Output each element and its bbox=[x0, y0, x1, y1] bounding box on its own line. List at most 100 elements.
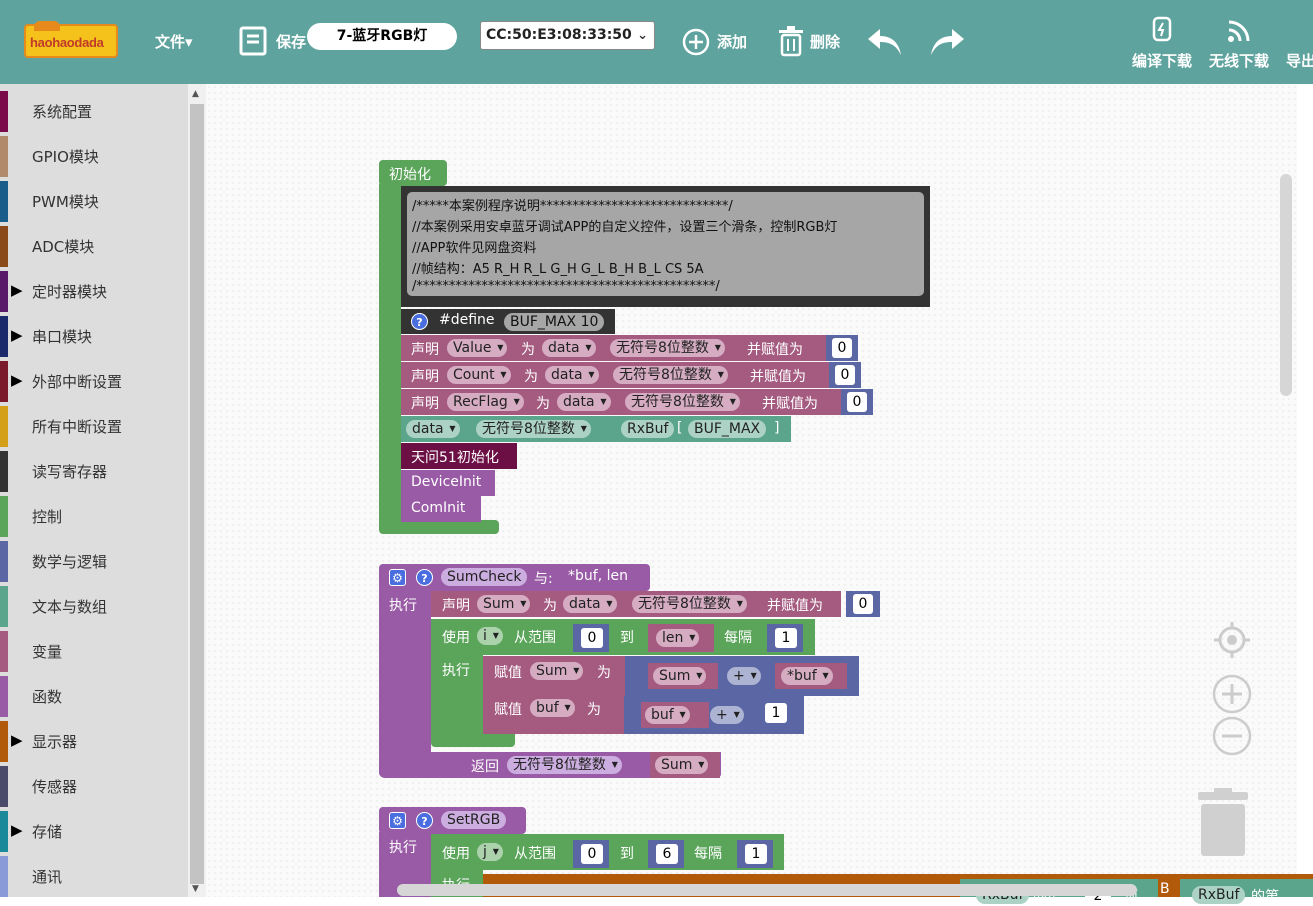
variable-dropdown[interactable]: Sum ▼ bbox=[653, 667, 707, 685]
help-icon[interactable]: ? bbox=[411, 313, 428, 330]
undo-icon[interactable] bbox=[866, 25, 904, 57]
array-name-field[interactable]: RxBuf bbox=[621, 420, 675, 438]
add-icon[interactable] bbox=[681, 27, 711, 57]
gear-icon[interactable]: ⚙ bbox=[389, 812, 406, 829]
category-item[interactable]: ▶ 定时器模块 bbox=[0, 269, 188, 314]
delete-button[interactable]: 删除 bbox=[810, 31, 840, 52]
scope-dropdown[interactable]: data ▼ bbox=[542, 339, 596, 357]
category-item[interactable]: 所有中断设置 bbox=[0, 404, 188, 449]
number-field[interactable]: 0 bbox=[581, 628, 603, 648]
number-field[interactable]: 0 bbox=[581, 844, 603, 864]
workspace-vertical-scrollbar[interactable] bbox=[1280, 174, 1292, 396]
category-item[interactable]: 控制 bbox=[0, 494, 188, 539]
variable-dropdown[interactable]: len ▼ bbox=[656, 629, 700, 647]
haohaodada-logo[interactable]: haohaodada bbox=[24, 21, 118, 58]
category-item[interactable]: ▶ 显示器 bbox=[0, 719, 188, 764]
expand-arrow-icon[interactable]: ▶ bbox=[11, 281, 23, 299]
category-item[interactable]: PWM模块 bbox=[0, 179, 188, 224]
variable-dropdown[interactable]: RecFlag ▼ bbox=[447, 393, 524, 411]
category-item[interactable]: ▶ 串口模块 bbox=[0, 314, 188, 359]
scroll-down-icon[interactable]: ▼ bbox=[192, 884, 199, 894]
return-type-dropdown[interactable]: 无符号8位整数 ▼ bbox=[507, 756, 622, 774]
operator-dropdown[interactable]: + ▼ bbox=[727, 667, 761, 685]
zoom-in-icon[interactable] bbox=[1212, 674, 1252, 714]
variable-dropdown[interactable]: buf ▼ bbox=[645, 706, 690, 724]
category-item[interactable]: ADC模块 bbox=[0, 224, 188, 269]
operator-dropdown[interactable]: + ▼ bbox=[710, 706, 744, 724]
category-item[interactable]: 函数 bbox=[0, 674, 188, 719]
sidebar-scrollbar[interactable]: ▲ ▼ bbox=[188, 84, 206, 897]
function-name-field[interactable]: SumCheck bbox=[441, 568, 528, 586]
expand-arrow-icon[interactable]: ▶ bbox=[11, 371, 23, 389]
category-item[interactable]: 传感器 bbox=[0, 764, 188, 809]
number-field[interactable]: 0 bbox=[853, 594, 873, 614]
workspace-horizontal-scrollbar[interactable] bbox=[397, 884, 1137, 896]
help-icon[interactable]: ? bbox=[416, 569, 433, 586]
type-dropdown[interactable]: 无符号8位整数 ▼ bbox=[610, 339, 725, 357]
save-button[interactable]: 保存 bbox=[276, 31, 306, 52]
array-size-field[interactable]: BUF_MAX bbox=[688, 420, 767, 438]
type-dropdown[interactable]: 无符号8位整数 ▼ bbox=[476, 420, 591, 438]
number-field[interactable]: 0 bbox=[847, 392, 867, 412]
compile-download-icon[interactable] bbox=[1150, 16, 1174, 44]
recenter-icon[interactable] bbox=[1212, 620, 1252, 660]
array-name-field[interactable]: RxBuf bbox=[1192, 886, 1246, 904]
save-icon[interactable] bbox=[239, 26, 269, 56]
expand-arrow-icon[interactable]: ▶ bbox=[11, 731, 23, 749]
category-item[interactable]: 读写寄存器 bbox=[0, 449, 188, 494]
variable-dropdown[interactable]: Sum ▼ bbox=[655, 756, 709, 774]
file-menu[interactable]: 文件▾ bbox=[155, 31, 193, 52]
category-item[interactable]: 数学与逻辑 bbox=[0, 539, 188, 584]
number-field[interactable]: 0 bbox=[832, 338, 852, 358]
help-icon[interactable]: ? bbox=[416, 812, 433, 829]
project-name-field[interactable]: 7-蓝牙RGB灯 bbox=[307, 23, 457, 50]
trash-icon[interactable] bbox=[777, 25, 805, 57]
sidebar-scroll-thumb[interactable] bbox=[190, 104, 204, 884]
zoom-out-icon[interactable] bbox=[1212, 716, 1252, 756]
category-item[interactable]: 变量 bbox=[0, 629, 188, 674]
variable-dropdown[interactable]: Sum ▼ bbox=[477, 595, 531, 613]
variable-dropdown[interactable]: buf ▼ bbox=[530, 699, 575, 717]
compile-download-button[interactable]: 编译下载 bbox=[1132, 50, 1192, 71]
number-field[interactable]: 0 bbox=[835, 365, 855, 385]
variable-dropdown[interactable]: Value ▼ bbox=[447, 339, 508, 357]
scope-dropdown[interactable]: data ▼ bbox=[563, 595, 617, 613]
scroll-up-icon[interactable]: ▲ bbox=[192, 89, 199, 99]
scope-dropdown[interactable]: data ▼ bbox=[406, 420, 460, 438]
category-item[interactable]: ▶ 存储 bbox=[0, 809, 188, 854]
redo-icon[interactable] bbox=[928, 25, 966, 57]
operator-value: + bbox=[733, 668, 745, 684]
category-item[interactable]: GPIO模块 bbox=[0, 134, 188, 179]
expand-arrow-icon[interactable]: ▶ bbox=[11, 326, 23, 344]
workspace-trash-icon[interactable] bbox=[1196, 788, 1250, 858]
type-dropdown[interactable]: 无符号8位整数 ▼ bbox=[613, 366, 728, 384]
variable-dropdown[interactable]: Count ▼ bbox=[447, 366, 511, 384]
function-name-field[interactable]: SetRGB bbox=[441, 811, 507, 829]
add-button[interactable]: 添加 bbox=[717, 31, 747, 52]
type-dropdown[interactable]: 无符号8位整数 ▼ bbox=[632, 595, 747, 613]
export-button[interactable]: 导出 bbox=[1286, 50, 1313, 71]
type-dropdown[interactable]: 无符号8位整数 ▼ bbox=[625, 393, 740, 411]
loop-var-dropdown[interactable]: i ▼ bbox=[477, 627, 503, 645]
category-item[interactable]: 通讯 bbox=[0, 854, 188, 897]
number-field[interactable]: 6 bbox=[656, 844, 678, 864]
variable-dropdown[interactable]: Sum ▼ bbox=[530, 662, 584, 680]
gear-icon[interactable]: ⚙ bbox=[389, 569, 406, 586]
number-field[interactable]: 1 bbox=[765, 703, 787, 723]
wifi-icon[interactable] bbox=[1226, 18, 1252, 44]
category-item[interactable]: ▶ 外部中断设置 bbox=[0, 359, 188, 404]
variable-dropdown[interactable]: *buf ▼ bbox=[781, 667, 833, 685]
category-item[interactable]: 文本与数组 bbox=[0, 584, 188, 629]
number-field[interactable]: 1 bbox=[775, 628, 797, 648]
wireless-download-button[interactable]: 无线下载 bbox=[1209, 50, 1269, 71]
loop-var-dropdown[interactable]: j ▼ bbox=[477, 843, 503, 861]
expand-arrow-icon[interactable]: ▶ bbox=[11, 821, 23, 839]
category-label: 控制 bbox=[32, 508, 63, 526]
define-value[interactable]: BUF_MAX 10 bbox=[504, 313, 605, 331]
dropdown-arrow-icon: ▼ bbox=[492, 631, 499, 640]
category-item[interactable]: 系统配置 bbox=[0, 89, 188, 134]
scope-dropdown[interactable]: data ▼ bbox=[557, 393, 611, 411]
number-field[interactable]: 1 bbox=[745, 844, 767, 864]
device-select[interactable]: CC:50:E3:08:33:50 ⌄ bbox=[480, 21, 655, 50]
scope-dropdown[interactable]: data ▼ bbox=[545, 366, 599, 384]
